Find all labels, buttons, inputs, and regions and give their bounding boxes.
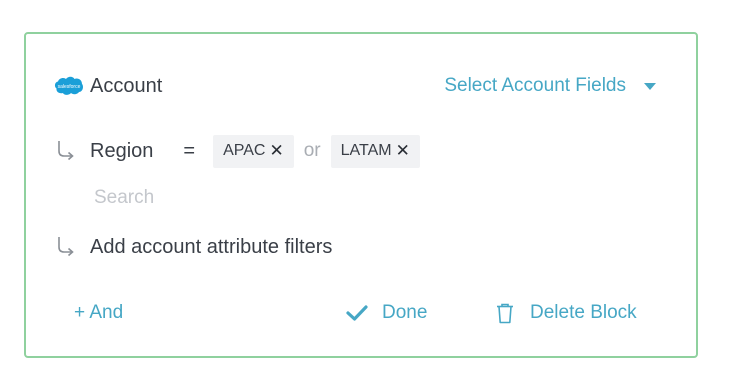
remove-x-icon[interactable]: ✕ bbox=[269, 141, 283, 161]
return-arrow-icon bbox=[56, 139, 76, 163]
done-button[interactable]: Done bbox=[346, 302, 427, 324]
block-footer: + And Done Delete Block bbox=[74, 300, 648, 326]
chip-label: APAC bbox=[223, 142, 266, 159]
object-label: Account bbox=[90, 74, 163, 97]
remove-x-icon[interactable]: ✕ bbox=[396, 141, 410, 161]
svg-text:salesforce: salesforce bbox=[58, 84, 81, 90]
search-row bbox=[94, 184, 334, 212]
filter-block: salesforce Account Select Account Fields… bbox=[24, 32, 698, 358]
delete-label: Delete Block bbox=[530, 302, 637, 323]
filter-operator[interactable]: = bbox=[183, 140, 195, 163]
return-arrow-icon bbox=[56, 235, 76, 259]
delete-block-button[interactable]: Delete Block bbox=[494, 302, 637, 324]
select-account-fields-dropdown[interactable]: Select Account Fields bbox=[444, 75, 656, 97]
chip-label: LATAM bbox=[340, 142, 392, 159]
value-chip-apac: APAC ✕ bbox=[213, 134, 294, 168]
add-account-attribute-filters-link[interactable]: Add account attribute filters bbox=[90, 236, 332, 259]
add-filter-row: Add account attribute filters bbox=[56, 232, 332, 262]
filter-field-name[interactable]: Region bbox=[90, 140, 153, 163]
done-label: Done bbox=[382, 302, 428, 323]
value-chip-latam: LATAM ✕ bbox=[330, 134, 420, 168]
filter-row-region: Region = APAC ✕ or LATAM ✕ bbox=[56, 134, 420, 168]
object-title: salesforce Account bbox=[54, 75, 162, 98]
checkmark-icon bbox=[346, 302, 368, 324]
or-joiner: or bbox=[303, 140, 321, 161]
trash-icon bbox=[494, 302, 516, 324]
and-button[interactable]: + And bbox=[74, 302, 123, 324]
salesforce-cloud-icon: salesforce bbox=[54, 76, 84, 96]
caret-down-icon bbox=[644, 82, 656, 90]
search-input[interactable] bbox=[94, 187, 334, 209]
select-fields-label: Select Account Fields bbox=[444, 75, 626, 96]
block-header: salesforce Account Select Account Fields bbox=[54, 72, 656, 100]
